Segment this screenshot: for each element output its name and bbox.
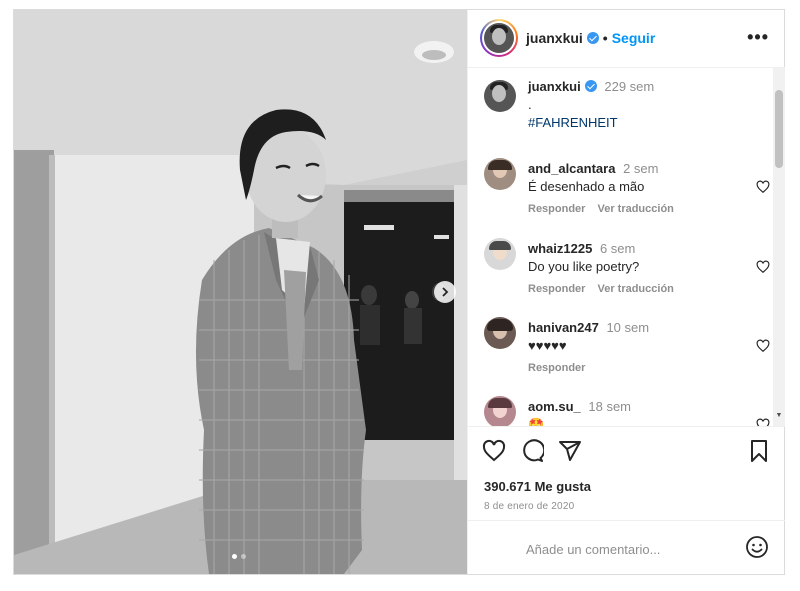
verified-badge-icon [584, 80, 597, 92]
commenter-avatar[interactable] [484, 396, 516, 426]
comment-body: ♥♥♥♥♥ [528, 338, 567, 353]
reply-button[interactable]: Responder [528, 203, 585, 215]
share-icon[interactable] [558, 439, 582, 463]
reply-button[interactable]: Responder [528, 283, 585, 295]
comment-time: 18 sem [588, 399, 632, 414]
caption-username[interactable]: juanxkui [528, 79, 581, 94]
comment-username[interactable]: aom.su_ [528, 399, 581, 414]
comment-time: 2 sem [623, 161, 659, 176]
commenter-avatar[interactable] [484, 317, 516, 349]
caption-text: juanxkui 229 sem . #FAHRENHEIT [528, 78, 654, 132]
commenter-avatar[interactable] [484, 238, 516, 270]
follow-button[interactable]: Seguir [612, 30, 656, 46]
like-comment-heart-icon[interactable] [756, 418, 770, 426]
comment-username[interactable]: hanivan247 [528, 320, 599, 335]
like-comment-heart-icon[interactable] [756, 180, 770, 194]
likes-count[interactable]: 390.671 Me gusta [484, 479, 591, 494]
like-comment-heart-icon[interactable] [756, 260, 770, 274]
comment-username[interactable]: and_alcantara [528, 161, 615, 176]
heart-icon[interactable] [482, 439, 506, 463]
reply-button[interactable]: Responder [528, 362, 585, 374]
post-photo[interactable] [14, 10, 467, 574]
comment-time: 6 sem [599, 241, 636, 256]
post-details-panel: juanxkui • Seguir ••• juanxkui 229 sem . #… [467, 10, 785, 574]
comment-time: 10 sem [606, 320, 650, 335]
like-comment-heart-icon[interactable] [756, 339, 770, 353]
emoji-icon[interactable] [745, 535, 769, 559]
carousel-dot [241, 554, 246, 559]
comment-body: 🤩 [528, 417, 545, 426]
bookmark-icon[interactable] [747, 439, 771, 463]
caption-avatar[interactable] [484, 80, 516, 112]
author-line: juanxkui • Seguir [526, 30, 655, 46]
commenter-avatar[interactable] [484, 158, 516, 190]
carousel-indicator [232, 554, 246, 559]
comment-username[interactable]: whaiz1225 [528, 241, 592, 256]
author-username[interactable]: juanxkui [526, 30, 583, 46]
comment-text: whaiz1225 6 sem Do you like poetry? [528, 240, 639, 276]
carousel-dot-active [232, 554, 237, 559]
scroll-down-arrow-icon[interactable]: ▼ [775, 412, 783, 422]
add-comment-bar [468, 520, 785, 575]
chevron-right-icon [442, 287, 449, 297]
comment-actions: Responder Ver traducción [528, 283, 686, 295]
caption-time: 229 sem [604, 79, 655, 94]
comment-actions: Responder Ver traducción [528, 203, 686, 215]
post-header: juanxkui • Seguir ••• [468, 10, 785, 68]
author-avatar[interactable] [480, 19, 518, 57]
header-separator: • [602, 30, 608, 46]
verified-badge-icon [586, 32, 599, 44]
comment-input[interactable] [524, 537, 728, 561]
comment-text: aom.su_ 18 sem 🤩 [528, 398, 631, 426]
comment-body: É desenhado a mão [528, 179, 645, 194]
scrollbar-thumb[interactable] [775, 90, 783, 168]
caption-hashtag[interactable]: #FAHRENHEIT [528, 115, 618, 130]
caption-line: . [528, 97, 532, 112]
comment-text: and_alcantara 2 sem É desenhado a mão [528, 160, 658, 196]
comment-actions: Responder [528, 362, 597, 374]
comments-list[interactable]: juanxkui 229 sem . #FAHRENHEIT and_alcan… [468, 68, 785, 426]
post-date[interactable]: 8 de enero de 2020 [484, 501, 574, 512]
post-dialog: juanxkui • Seguir ••• juanxkui 229 sem . #… [13, 9, 785, 575]
comment-icon[interactable] [520, 439, 544, 463]
photo-scene [14, 10, 467, 574]
more-options-icon[interactable]: ••• [747, 27, 769, 48]
comment-body: Do you like poetry? [528, 259, 640, 274]
comment-text: hanivan247 10 sem ♥♥♥♥♥ [528, 319, 649, 355]
comments-scrollbar[interactable]: ▲ ▼ [773, 68, 785, 426]
translate-button[interactable]: Ver traducción [597, 203, 673, 215]
carousel-next-button[interactable] [434, 281, 456, 303]
translate-button[interactable]: Ver traducción [597, 283, 673, 295]
